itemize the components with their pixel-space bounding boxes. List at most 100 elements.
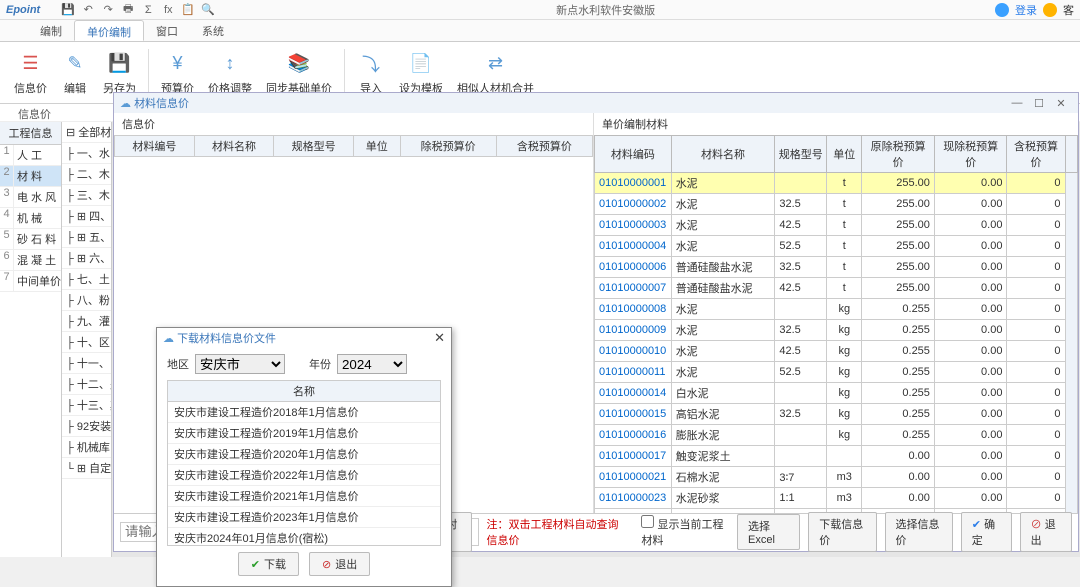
list-item[interactable]: 安庆市建设工程造价2023年1月信息价: [168, 507, 440, 528]
table-row[interactable]: 01010000002水泥32.5t255.000.000: [595, 194, 1078, 215]
window-maximize-icon[interactable]: ☐: [1028, 97, 1050, 110]
user-avatar-icon[interactable]: [995, 3, 1009, 17]
col-header[interactable]: 材料编码: [595, 136, 672, 173]
tree-item[interactable]: └ ⊞ 自定: [62, 458, 111, 479]
window-close-icon[interactable]: ✕: [1050, 97, 1072, 110]
table-row[interactable]: 01010000007普通硅酸盐水泥42.5t255.000.000: [595, 278, 1078, 299]
tree-item[interactable]: ├ 九、灌: [62, 311, 111, 332]
col-header[interactable]: 除税预算价: [400, 136, 496, 157]
qat-search-icon[interactable]: 🔍: [200, 2, 216, 18]
table-row[interactable]: 01010000017触变泥浆土0.000.000: [595, 446, 1078, 467]
qat-redo-icon[interactable]: ↷: [100, 2, 116, 18]
col-header[interactable]: 规格型号: [775, 136, 827, 173]
col-header[interactable]: 含税预算价: [496, 136, 592, 157]
table-row[interactable]: 01010000016膨胀水泥kg0.2550.000: [595, 425, 1078, 446]
list-item[interactable]: 安庆市2024年01月信息价(宿松): [168, 528, 440, 546]
tree-item[interactable]: ├ 三、木: [62, 185, 111, 206]
tree-item[interactable]: ⊟ 全部材: [62, 122, 111, 143]
tree-item[interactable]: ├ 二、木: [62, 164, 111, 185]
qat-fx-icon[interactable]: fx: [160, 2, 176, 18]
left-row[interactable]: 2材 料: [0, 166, 61, 187]
qat-save-icon[interactable]: 💾: [60, 2, 76, 18]
show-current-checkbox[interactable]: 显示当前工程材料: [641, 515, 729, 548]
dialog-exit-button[interactable]: ⊘退出: [309, 552, 370, 576]
region-select[interactable]: 安庆市: [195, 354, 285, 374]
tab-3[interactable]: 系统: [190, 20, 236, 41]
ribbon-编辑[interactable]: ✎编辑: [55, 48, 95, 98]
tab-0[interactable]: 编制: [28, 20, 74, 41]
left-row[interactable]: 1人 工: [0, 145, 61, 166]
ribbon-预算价[interactable]: ¥预算价: [155, 48, 200, 98]
tab-1[interactable]: 单价编制: [74, 20, 144, 41]
col-header[interactable]: 原除税预算价: [862, 136, 935, 173]
table-row[interactable]: 01010000004水泥52.5t255.000.000: [595, 236, 1078, 257]
tree-item[interactable]: ├ 八、粉: [62, 290, 111, 311]
col-header[interactable]: 现除税预算价: [934, 136, 1007, 173]
tree-item[interactable]: ├ ⊞ 五、: [62, 227, 111, 248]
left-row[interactable]: 4机 械: [0, 208, 61, 229]
table-row[interactable]: 01010000008水泥kg0.2550.000: [595, 299, 1078, 320]
tree-item[interactable]: ├ ⊞ 六、: [62, 248, 111, 269]
exit-button[interactable]: ⊘ 退出: [1020, 512, 1072, 552]
table-row[interactable]: 01010000011水泥52.5kg0.2550.000: [595, 362, 1078, 383]
col-header[interactable]: 单位: [827, 136, 862, 173]
ribbon-另存为[interactable]: 💾另存为: [97, 48, 142, 98]
tree-item[interactable]: ├ 十二、费: [62, 374, 111, 395]
list-item[interactable]: 安庆市建设工程造价2018年1月信息价: [168, 402, 440, 423]
table-row[interactable]: 01010000010水泥42.5kg0.2550.000: [595, 341, 1078, 362]
ribbon-相似人材机合并[interactable]: ⇄相似人材机合并: [451, 48, 540, 98]
ribbon-同步基础单价[interactable]: 📚同步基础单价: [260, 48, 338, 98]
col-header[interactable]: 材料名称: [194, 136, 274, 157]
col-header[interactable]: 规格型号: [274, 136, 354, 157]
tree-item[interactable]: ├ 十三、其: [62, 395, 111, 416]
qat-clip-icon[interactable]: 📋: [180, 2, 196, 18]
qat-print-icon[interactable]: 🖶: [120, 2, 136, 18]
dialog-download-button[interactable]: ✔下载: [238, 552, 299, 576]
col-header[interactable]: 材料名称: [671, 136, 775, 173]
left-row[interactable]: 7中间单价: [0, 271, 61, 292]
table-row[interactable]: 01010000023水泥砂浆1:1m30.000.000: [595, 488, 1078, 509]
ribbon-信息价[interactable]: ☰信息价: [8, 48, 53, 98]
ribbon-价格调整[interactable]: ↕价格调整: [202, 48, 258, 98]
tree-item[interactable]: ├ 十、区: [62, 332, 111, 353]
table-row[interactable]: 01010000001水泥t255.000.000: [595, 173, 1078, 194]
table-row[interactable]: 01010000021石棉水泥3∶7m30.000.000: [595, 467, 1078, 488]
ribbon-设为模板[interactable]: 📄设为模板: [393, 48, 449, 98]
left-row[interactable]: 5砂 石 料: [0, 229, 61, 250]
list-item[interactable]: 安庆市建设工程造价2021年1月信息价: [168, 486, 440, 507]
login-link[interactable]: 登录: [1015, 2, 1037, 18]
ok-button[interactable]: ✔ 确定: [961, 512, 1012, 552]
window-minimize-icon[interactable]: ―: [1006, 97, 1028, 109]
qat-sigma-icon[interactable]: Σ: [140, 2, 156, 18]
tree-item[interactable]: ├ ⊞ 四、: [62, 206, 111, 227]
tree-item[interactable]: ├ 一、水: [62, 143, 111, 164]
table-row[interactable]: 01010000003水泥42.5t255.000.000: [595, 215, 1078, 236]
table-row[interactable]: 01010000006普通硅酸盐水泥32.5t255.000.000: [595, 257, 1078, 278]
table-row[interactable]: 01010000009水泥32.5kg0.2550.000: [595, 320, 1078, 341]
table-row[interactable]: 01010000015高铝水泥32.5kg0.2550.000: [595, 404, 1078, 425]
col-header[interactable]: 含税预算价: [1007, 136, 1065, 173]
download-info-button[interactable]: 下载信息价: [808, 512, 876, 552]
ribbon-导入[interactable]: ⤵导入: [351, 48, 391, 98]
left-row[interactable]: 3电 水 风: [0, 187, 61, 208]
select-info-button[interactable]: 选择信息价: [885, 512, 953, 552]
dialog-close-icon[interactable]: ✕: [434, 330, 445, 346]
list-item[interactable]: 安庆市建设工程造价2022年1月信息价: [168, 465, 440, 486]
table-row[interactable]: 01010000014白水泥kg0.2550.000: [595, 383, 1078, 404]
scrollbar[interactable]: [1065, 173, 1078, 514]
dialog-list[interactable]: 名称 安庆市建设工程造价2018年1月信息价安庆市建设工程造价2019年1月信息…: [167, 380, 441, 546]
tab-2[interactable]: 窗口: [144, 20, 190, 41]
material-grid[interactable]: 材料编码材料名称规格型号单位原除税预算价现除税预算价含税预算价 01010000…: [594, 135, 1078, 513]
list-item[interactable]: 安庆市建设工程造价2020年1月信息价: [168, 444, 440, 465]
qat-undo-icon[interactable]: ↶: [80, 2, 96, 18]
select-excel-button[interactable]: 选择Excel: [737, 514, 800, 550]
tree-item[interactable]: ├ 92安装: [62, 416, 111, 437]
tree-item[interactable]: ├ 十一、: [62, 353, 111, 374]
tree-item[interactable]: ├ 机械库: [62, 437, 111, 458]
col-header[interactable]: 单位: [353, 136, 400, 157]
left-row[interactable]: 6混 凝 土: [0, 250, 61, 271]
list-item[interactable]: 安庆市建设工程造价2019年1月信息价: [168, 423, 440, 444]
kefu-icon[interactable]: [1043, 3, 1057, 17]
col-header[interactable]: 材料编号: [115, 136, 195, 157]
year-select[interactable]: 2024: [337, 354, 407, 374]
